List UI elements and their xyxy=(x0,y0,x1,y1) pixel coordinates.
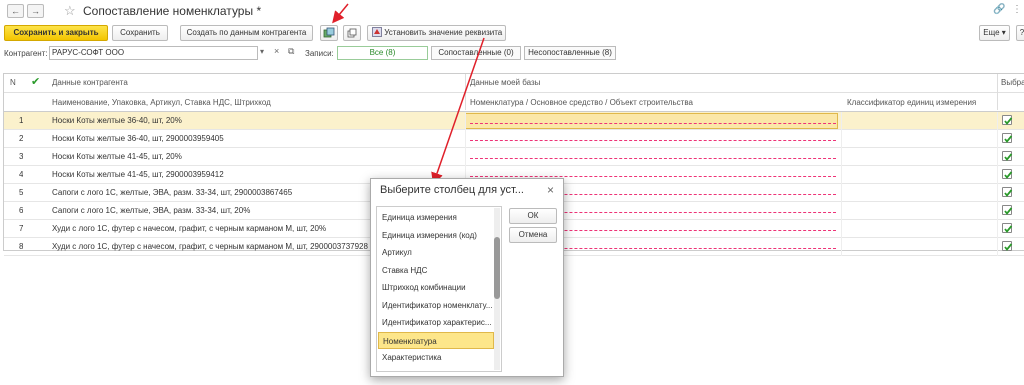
column-list-item[interactable]: Ставка НДС xyxy=(378,262,494,279)
annotation-arrow xyxy=(431,37,485,185)
select-column-dialog: Выберите столбец для уст... × Единица из… xyxy=(370,178,564,377)
column-list-item[interactable]: Идентификатор номенклату... xyxy=(378,297,494,314)
column-list: Единица измерения Единица измерения (код)… xyxy=(376,206,502,372)
column-list-item[interactable]: Номенклатура xyxy=(378,331,494,349)
column-list-item[interactable]: Единица измерения (код) xyxy=(378,227,494,244)
dialog-title: Выберите столбец для уст... xyxy=(380,184,524,196)
column-list-item[interactable]: Единица измерения xyxy=(378,209,494,226)
column-list-item[interactable]: Характеристика xyxy=(378,349,494,366)
cancel-button[interactable]: Отмена xyxy=(509,227,557,243)
column-list-item[interactable]: Штрихкод комбинации xyxy=(378,279,494,296)
close-icon[interactable]: × xyxy=(547,183,554,197)
ok-button[interactable]: ОК xyxy=(509,208,557,224)
column-list-item[interactable]: Артикул xyxy=(378,244,494,261)
column-list-item[interactable]: Идентификатор характерис... xyxy=(378,314,494,331)
scrollbar-thumb[interactable] xyxy=(494,237,500,299)
annotation-arrow xyxy=(332,3,349,24)
